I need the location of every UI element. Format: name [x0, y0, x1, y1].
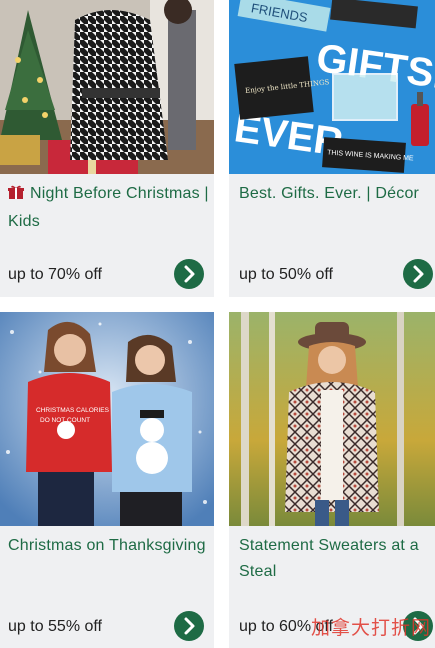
view-deal-button[interactable]: [174, 259, 204, 289]
deal-card-gifts-decor[interactable]: FRIENDS GIFTS. EVER. Enjoy the little TH…: [229, 0, 435, 297]
statement-sweater-cardigan-photo[interactable]: [229, 312, 435, 526]
chevron-right-icon: [413, 265, 424, 283]
site-watermark: 加拿大打折网: [310, 617, 431, 639]
sweater-slogan-text: CHRISTMAS CALORIES: [36, 407, 110, 414]
deal-title[interactable]: Christmas on Thanksgiving: [8, 533, 210, 559]
view-deal-button[interactable]: [403, 259, 433, 289]
kids-houndstooth-coat-photo[interactable]: [0, 0, 214, 174]
chevron-right-icon: [184, 617, 195, 635]
deal-title[interactable]: Best. Gifts. Ever. | Décor: [239, 181, 431, 207]
discount-label: up to 55% off: [8, 618, 102, 635]
gift-icon: [8, 183, 24, 209]
discount-label: up to 70% off: [8, 266, 102, 283]
deals-grid: Night Before Christmas | Kids up to 70% …: [0, 0, 435, 648]
deal-title[interactable]: Statement Sweaters at a Steal: [239, 533, 431, 585]
deal-title-text: Night Before Christmas | Kids: [8, 185, 209, 230]
deal-card-christmas-sweaters[interactable]: CHRISTMAS CALORIES DO NOT COUNT Christma…: [0, 312, 214, 648]
deal-card-kids[interactable]: Night Before Christmas | Kids up to 70% …: [0, 0, 214, 297]
deal-card-statement-sweaters[interactable]: Statement Sweaters at a Steal up to 60% …: [229, 312, 435, 648]
view-deal-button[interactable]: [174, 611, 204, 641]
christmas-sweaters-photo[interactable]: CHRISTMAS CALORIES DO NOT COUNT: [0, 312, 214, 526]
gifts-ever-decor-photo[interactable]: FRIENDS GIFTS. EVER. Enjoy the little TH…: [229, 0, 435, 174]
chevron-right-icon: [184, 265, 195, 283]
discount-label: up to 50% off: [239, 266, 333, 283]
deal-title[interactable]: Night Before Christmas | Kids: [8, 181, 210, 235]
